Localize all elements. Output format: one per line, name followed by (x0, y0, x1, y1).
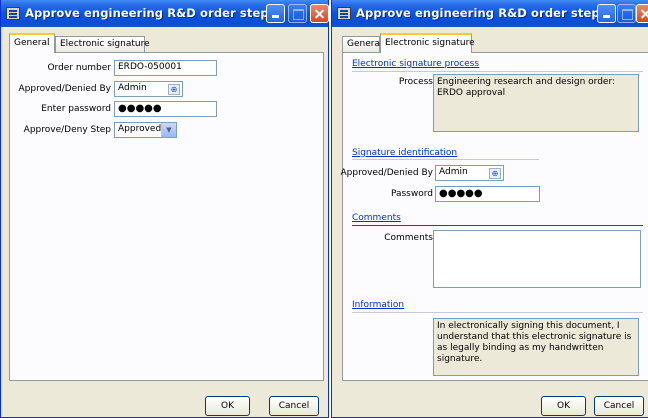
process-label: Process (398, 77, 433, 87)
tab-electronic-signature[interactable]: Electronic signature (55, 36, 150, 52)
window-title: Approve engineering R&D order step (356, 6, 600, 20)
tab-electronic-signature[interactable]: Electronic signature (380, 33, 475, 53)
close-button[interactable] (310, 4, 329, 23)
approve-step-window-signature: Approve engineering R&D order step Gener… (331, 0, 648, 418)
section-sigid-header: Signature identification (352, 148, 458, 158)
lookup-icon[interactable]: ⊕ (168, 84, 180, 95)
cancel-button[interactable]: Cancel (594, 396, 644, 416)
window-icon[interactable] (6, 7, 20, 20)
approve-deny-select[interactable]: Approved ▼ (114, 122, 177, 138)
approved-by-value: Admin (439, 167, 468, 177)
tab-general[interactable]: General (342, 36, 382, 52)
password-field[interactable]: ●●●●● (435, 186, 540, 202)
window-title: Approve engineering R&D order step (25, 6, 269, 20)
signature-panel: Electronic signature process Process Eng… (340, 52, 648, 381)
minimize-button[interactable] (597, 4, 616, 23)
process-value: Engineering research and design order: E… (433, 74, 639, 132)
info-text: In electronically signing this document,… (433, 318, 639, 376)
maximize-button (617, 4, 636, 23)
comments-textarea[interactable] (433, 230, 641, 288)
section-divider (352, 312, 643, 313)
close-button[interactable] (636, 4, 648, 23)
approve-step-window-general: Approve engineering R&D order step Gener… (0, 0, 329, 418)
section-divider (352, 225, 643, 226)
ok-button[interactable]: OK (541, 396, 586, 416)
cancel-button[interactable]: Cancel (269, 396, 319, 416)
approved-by-label: Approved/Denied By (340, 168, 433, 178)
order-number-field[interactable]: ERDO-050001 (114, 60, 217, 76)
comments-label: Comments (384, 233, 433, 243)
approve-deny-value: Approved (118, 124, 162, 134)
password-label: Password (390, 189, 433, 199)
approve-deny-label: Approve/Deny Step (23, 125, 111, 135)
approved-by-label: Approved/Denied By (18, 84, 111, 94)
section-info-header: Information (352, 300, 405, 310)
minimize-button[interactable] (266, 4, 285, 23)
approved-by-value: Admin (118, 83, 147, 93)
dropdown-arrow-icon[interactable]: ▼ (161, 123, 176, 137)
password-field[interactable]: ●●●●● (114, 101, 217, 117)
window-icon[interactable] (337, 7, 351, 20)
approved-by-field[interactable]: Admin ⊕ (114, 81, 183, 97)
section-process-header: Electronic signature process (352, 59, 480, 69)
ok-button[interactable]: OK (205, 396, 250, 416)
approved-by-field[interactable]: Admin ⊕ (435, 165, 504, 181)
title-bar[interactable]: Approve engineering R&D order step (1, 0, 329, 27)
tab-general[interactable]: General (9, 33, 55, 53)
order-number-label: Order number (47, 63, 111, 73)
title-bar[interactable]: Approve engineering R&D order step (332, 0, 648, 27)
section-comments-header: Comments (352, 213, 401, 223)
maximize-button (288, 4, 307, 23)
section-divider (352, 159, 539, 160)
general-panel: Order number ERDO-050001 Approved/Denied… (9, 52, 324, 381)
section-divider (352, 71, 643, 72)
password-label: Enter password (41, 104, 111, 114)
lookup-icon[interactable]: ⊕ (489, 168, 501, 179)
